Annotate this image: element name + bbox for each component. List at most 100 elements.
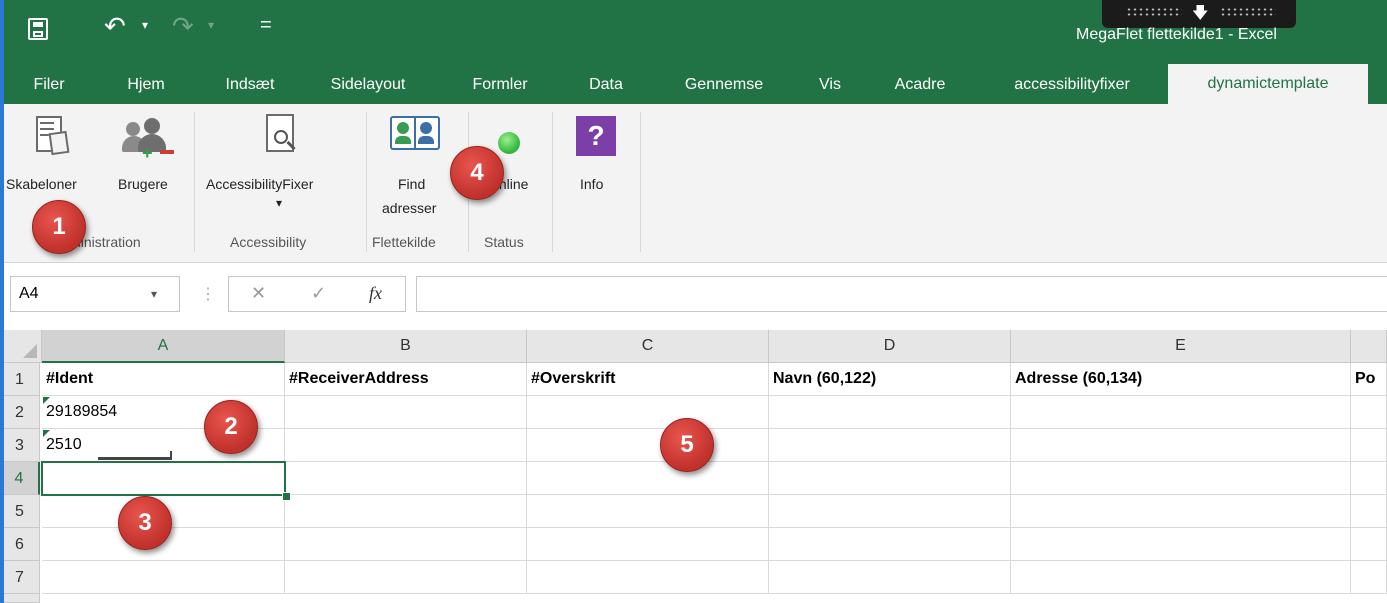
- find-addresses-label-line1[interactable]: Find: [398, 176, 425, 192]
- cell-d5[interactable]: [769, 495, 1011, 528]
- column-header-c[interactable]: C: [527, 330, 769, 363]
- cell-e5[interactable]: [1011, 495, 1351, 528]
- cancel-entry-icon[interactable]: ✕: [251, 283, 266, 304]
- row-header-4[interactable]: 4: [0, 462, 40, 495]
- error-indicator-icon[interactable]: [43, 430, 50, 437]
- cell-e7[interactable]: [1011, 561, 1351, 594]
- cell-d6[interactable]: [769, 528, 1011, 561]
- tab-vis[interactable]: Vis: [808, 68, 852, 104]
- cell-f1[interactable]: Po: [1351, 363, 1387, 396]
- cell-a1[interactable]: #Ident: [42, 363, 285, 396]
- callout-badge-5: 5: [660, 418, 714, 472]
- error-indicator-icon[interactable]: [43, 397, 50, 404]
- help-icon[interactable]: ?: [576, 116, 616, 156]
- cell-e3[interactable]: [1011, 429, 1351, 462]
- info-button-label[interactable]: Info: [580, 176, 603, 192]
- window-left-border: [0, 0, 4, 603]
- column-header-d[interactable]: D: [769, 330, 1011, 363]
- column-header-f[interactable]: [1351, 330, 1387, 363]
- overlay-toolbar[interactable]: 🡇: [1102, 0, 1296, 28]
- cell-f3[interactable]: [1351, 429, 1387, 462]
- row-header-3[interactable]: 3: [0, 429, 40, 462]
- cell-c7[interactable]: [527, 561, 769, 594]
- tab-gennemse[interactable]: Gennemse: [668, 68, 780, 104]
- fill-handle[interactable]: [282, 492, 291, 501]
- cell-c6[interactable]: [527, 528, 769, 561]
- cell-c3[interactable]: [527, 429, 769, 462]
- accessibilityfixer-button-label[interactable]: AccessibilityFixer: [206, 176, 313, 192]
- tab-sidelayout[interactable]: Sidelayout: [318, 68, 418, 104]
- cell-b4[interactable]: [285, 462, 527, 495]
- formula-input[interactable]: [416, 276, 1387, 312]
- insert-function-icon[interactable]: fx: [369, 283, 382, 304]
- name-box-dropdown-icon[interactable]: ▾: [151, 287, 157, 301]
- name-box[interactable]: A4 ▾: [10, 276, 180, 312]
- redo-dropdown-icon[interactable]: ▾: [208, 18, 214, 32]
- cell-d1[interactable]: Navn (60,122): [769, 363, 1011, 396]
- column-header-a[interactable]: A: [42, 330, 285, 363]
- column-header-e[interactable]: E: [1011, 330, 1351, 363]
- tab-formler[interactable]: Formler: [460, 68, 540, 104]
- address-book-icon[interactable]: [390, 114, 440, 156]
- undo-icon[interactable]: ↶: [104, 12, 126, 42]
- column-header-b[interactable]: B: [285, 330, 527, 363]
- active-cell-selection[interactable]: [41, 461, 286, 496]
- cell-e1[interactable]: Adresse (60,134): [1011, 363, 1351, 396]
- cell-d4[interactable]: [769, 462, 1011, 495]
- cell-d2[interactable]: [769, 396, 1011, 429]
- cell-e2[interactable]: [1011, 396, 1351, 429]
- cell-b2[interactable]: [285, 396, 527, 429]
- cell-b7[interactable]: [285, 561, 527, 594]
- accessibilityfixer-dropdown-icon[interactable]: ▾: [276, 196, 282, 210]
- formula-bar-grip-icon: ⋮: [200, 286, 216, 303]
- row-header-5[interactable]: 5: [0, 495, 40, 528]
- undo-dropdown-icon[interactable]: ▾: [142, 18, 148, 32]
- save-icon[interactable]: [28, 18, 48, 40]
- accessibility-checker-icon[interactable]: [262, 114, 302, 160]
- redo-icon[interactable]: ↷: [172, 12, 194, 42]
- callout-badge-2: 2: [204, 400, 258, 454]
- overlay-arrow-down-icon[interactable]: 🡇: [1192, 2, 1208, 29]
- cell-a7[interactable]: [42, 561, 285, 594]
- users-button-label[interactable]: Brugere: [118, 176, 168, 192]
- qat-customize-icon[interactable]: =: [260, 14, 272, 37]
- cell-c1[interactable]: #Overskrift: [527, 363, 769, 396]
- row-header-1[interactable]: 1: [0, 363, 40, 396]
- cell-c2[interactable]: [527, 396, 769, 429]
- cell-e6[interactable]: [1011, 528, 1351, 561]
- row-header-6[interactable]: 6: [0, 528, 40, 561]
- cell-f4[interactable]: [1351, 462, 1387, 495]
- cell-b6[interactable]: [285, 528, 527, 561]
- cell-f7[interactable]: [1351, 561, 1387, 594]
- cell-f5[interactable]: [1351, 495, 1387, 528]
- cell-b1[interactable]: #ReceiverAddress: [285, 363, 527, 396]
- cell-c5[interactable]: [527, 495, 769, 528]
- row-header-2[interactable]: 2: [0, 396, 40, 429]
- tab-indsaet[interactable]: Indsæt: [214, 68, 286, 104]
- callout-badge-1: 1: [32, 200, 86, 254]
- cell-d3[interactable]: [769, 429, 1011, 462]
- callout-badge-4: 4: [450, 146, 504, 200]
- row-header-7[interactable]: 7: [0, 561, 40, 594]
- tab-accessibilityfixer[interactable]: accessibilityfixer: [992, 68, 1152, 104]
- cell-d7[interactable]: [769, 561, 1011, 594]
- templates-icon[interactable]: [32, 114, 70, 158]
- select-all-corner[interactable]: [0, 330, 42, 363]
- overlay-grip-left-icon: [1126, 7, 1182, 17]
- cell-e4[interactable]: [1011, 462, 1351, 495]
- cell-f2[interactable]: [1351, 396, 1387, 429]
- find-addresses-label-line2[interactable]: adresser: [382, 200, 436, 216]
- confirm-entry-icon[interactable]: ✓: [311, 283, 326, 304]
- users-icon[interactable]: +: [122, 116, 178, 162]
- cell-b3[interactable]: [285, 429, 527, 462]
- cell-b5[interactable]: [285, 495, 527, 528]
- templates-button-label[interactable]: Skabeloner: [6, 176, 77, 192]
- cell-c4[interactable]: [527, 462, 769, 495]
- tab-filer[interactable]: Filer: [22, 68, 76, 104]
- tab-acadre[interactable]: Acadre: [880, 68, 960, 104]
- tab-hjem[interactable]: Hjem: [116, 68, 176, 104]
- cell-f6[interactable]: [1351, 528, 1387, 561]
- tab-dynamictemplate[interactable]: dynamictemplate: [1168, 64, 1368, 104]
- row-header-8[interactable]: [0, 594, 40, 603]
- tab-data[interactable]: Data: [578, 68, 634, 104]
